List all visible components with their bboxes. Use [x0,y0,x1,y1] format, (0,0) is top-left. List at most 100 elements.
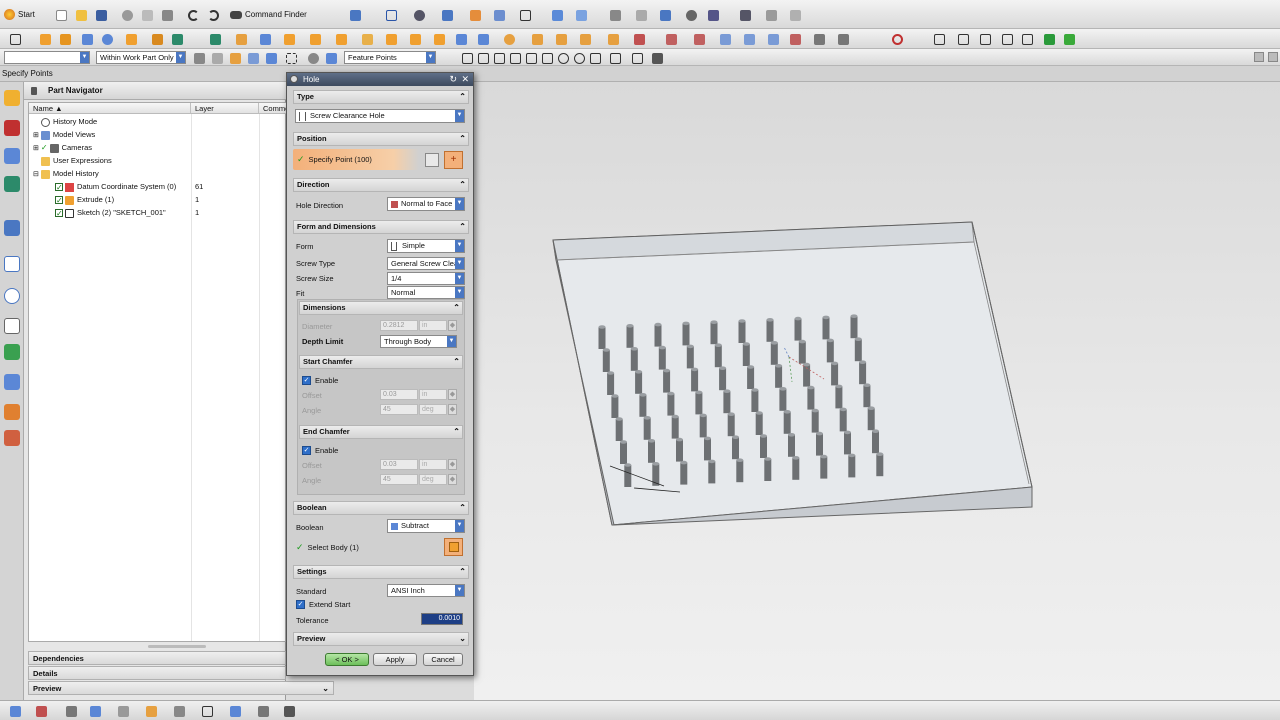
hole-pin[interactable] [652,463,660,486]
chamfer-icon[interactable] [206,30,223,47]
emboss-icon[interactable] [430,30,447,47]
hole-pin[interactable] [691,369,699,392]
chevron-down-icon[interactable]: ⌄ [322,682,329,695]
hole-pin[interactable] [658,347,666,370]
snap-arc-center-icon[interactable] [522,49,539,66]
hole-pin[interactable] [751,390,759,412]
cut-icon[interactable] [118,6,135,23]
point-icon[interactable] [786,30,803,47]
shaded-cube-icon[interactable] [438,6,455,23]
tree-row-cameras[interactable]: ⊞ ✓ Cameras [29,141,285,154]
hole-pin[interactable] [839,409,847,432]
hole-pin[interactable] [820,456,828,479]
sketch-section-icon[interactable] [425,153,439,167]
hole-pin[interactable] [876,454,884,477]
start-angle-unit[interactable]: deg [419,404,447,415]
orient-icon[interactable] [572,6,589,23]
revolve-icon[interactable] [56,30,73,47]
shade-icon[interactable] [170,702,187,719]
component-icon[interactable] [1060,30,1077,47]
edge-blend-icon[interactable] [168,30,185,47]
snap-point-on-face-icon[interactable] [606,49,623,66]
paste-icon[interactable] [158,6,175,23]
hole-pin[interactable] [872,431,879,454]
csys-icon[interactable] [280,702,297,719]
select-face-icon[interactable] [226,49,243,66]
select-curve-icon[interactable] [262,49,279,66]
open-folder-icon[interactable] [72,6,89,23]
reset-icon[interactable]: ↻ [449,73,457,86]
hole-pin[interactable] [602,350,610,372]
view-orient-icon[interactable] [6,702,23,719]
end-chamfer-header[interactable]: End Chamfer ⌃ [299,425,463,439]
pan-icon[interactable] [86,702,103,719]
hole-pin[interactable] [831,363,839,386]
hole-pin[interactable] [611,396,619,418]
snap-control-icon[interactable] [490,49,507,66]
command-finder-button[interactable]: Command Finder [230,6,307,23]
snap-intersection-icon[interactable] [506,49,523,66]
snap-point-icon[interactable] [32,702,49,719]
position-group-header[interactable]: Position ⌃ [293,132,469,146]
snap-midpoint-icon[interactable] [474,49,491,66]
hole-pin[interactable] [699,415,707,438]
preview-panel-header[interactable]: Preview ⌄ [28,681,334,695]
annotation-icon[interactable] [226,702,243,719]
hole-pin[interactable] [755,413,763,435]
fit-combo[interactable]: Normal ▼ [387,286,465,299]
analysis-curve-icon[interactable] [62,702,79,719]
hole-type-combo[interactable]: Screw Clearance Hole ▼ [295,109,465,123]
hole-pin[interactable] [704,438,711,461]
resize-face-icon[interactable] [690,30,707,47]
point-dialog-icon[interactable]: + [444,151,463,169]
visibility-checkbox[interactable] [55,181,63,194]
resize-blend-icon[interactable] [662,30,679,47]
apply-button[interactable]: Apply [373,653,417,666]
hole-pin[interactable] [671,416,679,439]
hole-pin[interactable] [760,436,767,458]
hd3d-icon[interactable] [4,220,20,236]
move-face-icon[interactable] [528,30,545,47]
new-file-icon[interactable] [52,6,69,23]
measure-distance-icon[interactable] [254,702,271,719]
rect-select-icon[interactable] [282,49,299,66]
tree-row-model-history[interactable]: ⊟ Model History [29,167,285,180]
preview-group-header[interactable]: Preview ⌄ [293,632,469,646]
hole-pin[interactable] [695,392,703,415]
select-body-row[interactable]: ✓ Select Body (1) [296,541,359,554]
ok-button[interactable]: < OK > [325,653,369,666]
tolerance-input[interactable]: 0.0010 [421,613,463,625]
extend-start-checkbox[interactable]: ✓ [296,600,305,609]
column-header-layer[interactable]: Layer [191,103,259,114]
collapse-minus-icon[interactable]: ⊟ [33,171,39,178]
trim-icon[interactable] [332,30,349,47]
rotate-view-icon[interactable] [142,702,159,719]
formula-menu-icon[interactable]: ◆ [448,404,457,415]
settings-icon[interactable] [682,6,699,23]
hole-pin[interactable] [714,345,722,368]
hole-pin[interactable] [648,440,655,463]
hole-pin[interactable] [676,439,683,462]
hole-pin[interactable] [822,317,830,340]
part-navigator-icon[interactable] [4,148,20,164]
rotate-icon[interactable] [888,30,905,47]
hole-pin[interactable] [663,370,671,393]
constraint-navigator-icon[interactable] [4,120,20,136]
hole-pin[interactable] [626,325,634,348]
sheet-icon[interactable] [976,30,993,47]
hole-pin[interactable] [682,323,690,346]
specify-point-row[interactable]: ✓ Specify Point (100) [293,149,419,170]
close-icon[interactable]: ✕ [461,73,469,86]
hole-pin[interactable] [770,342,778,365]
cancel-button[interactable]: Cancel [423,653,463,666]
select-feature-icon[interactable] [244,49,261,66]
hole-pin[interactable] [850,316,858,339]
type-filter-combo[interactable]: ▼ [4,51,90,64]
end-offset-input[interactable]: 0.03 [380,459,418,470]
start-offset-unit[interactable]: in [419,389,447,400]
hole-pin[interactable] [798,341,806,364]
hole-pin[interactable] [723,391,731,414]
hole-pin[interactable] [779,388,787,411]
process-studio-icon[interactable] [4,344,20,360]
extrude-icon[interactable] [36,30,53,47]
